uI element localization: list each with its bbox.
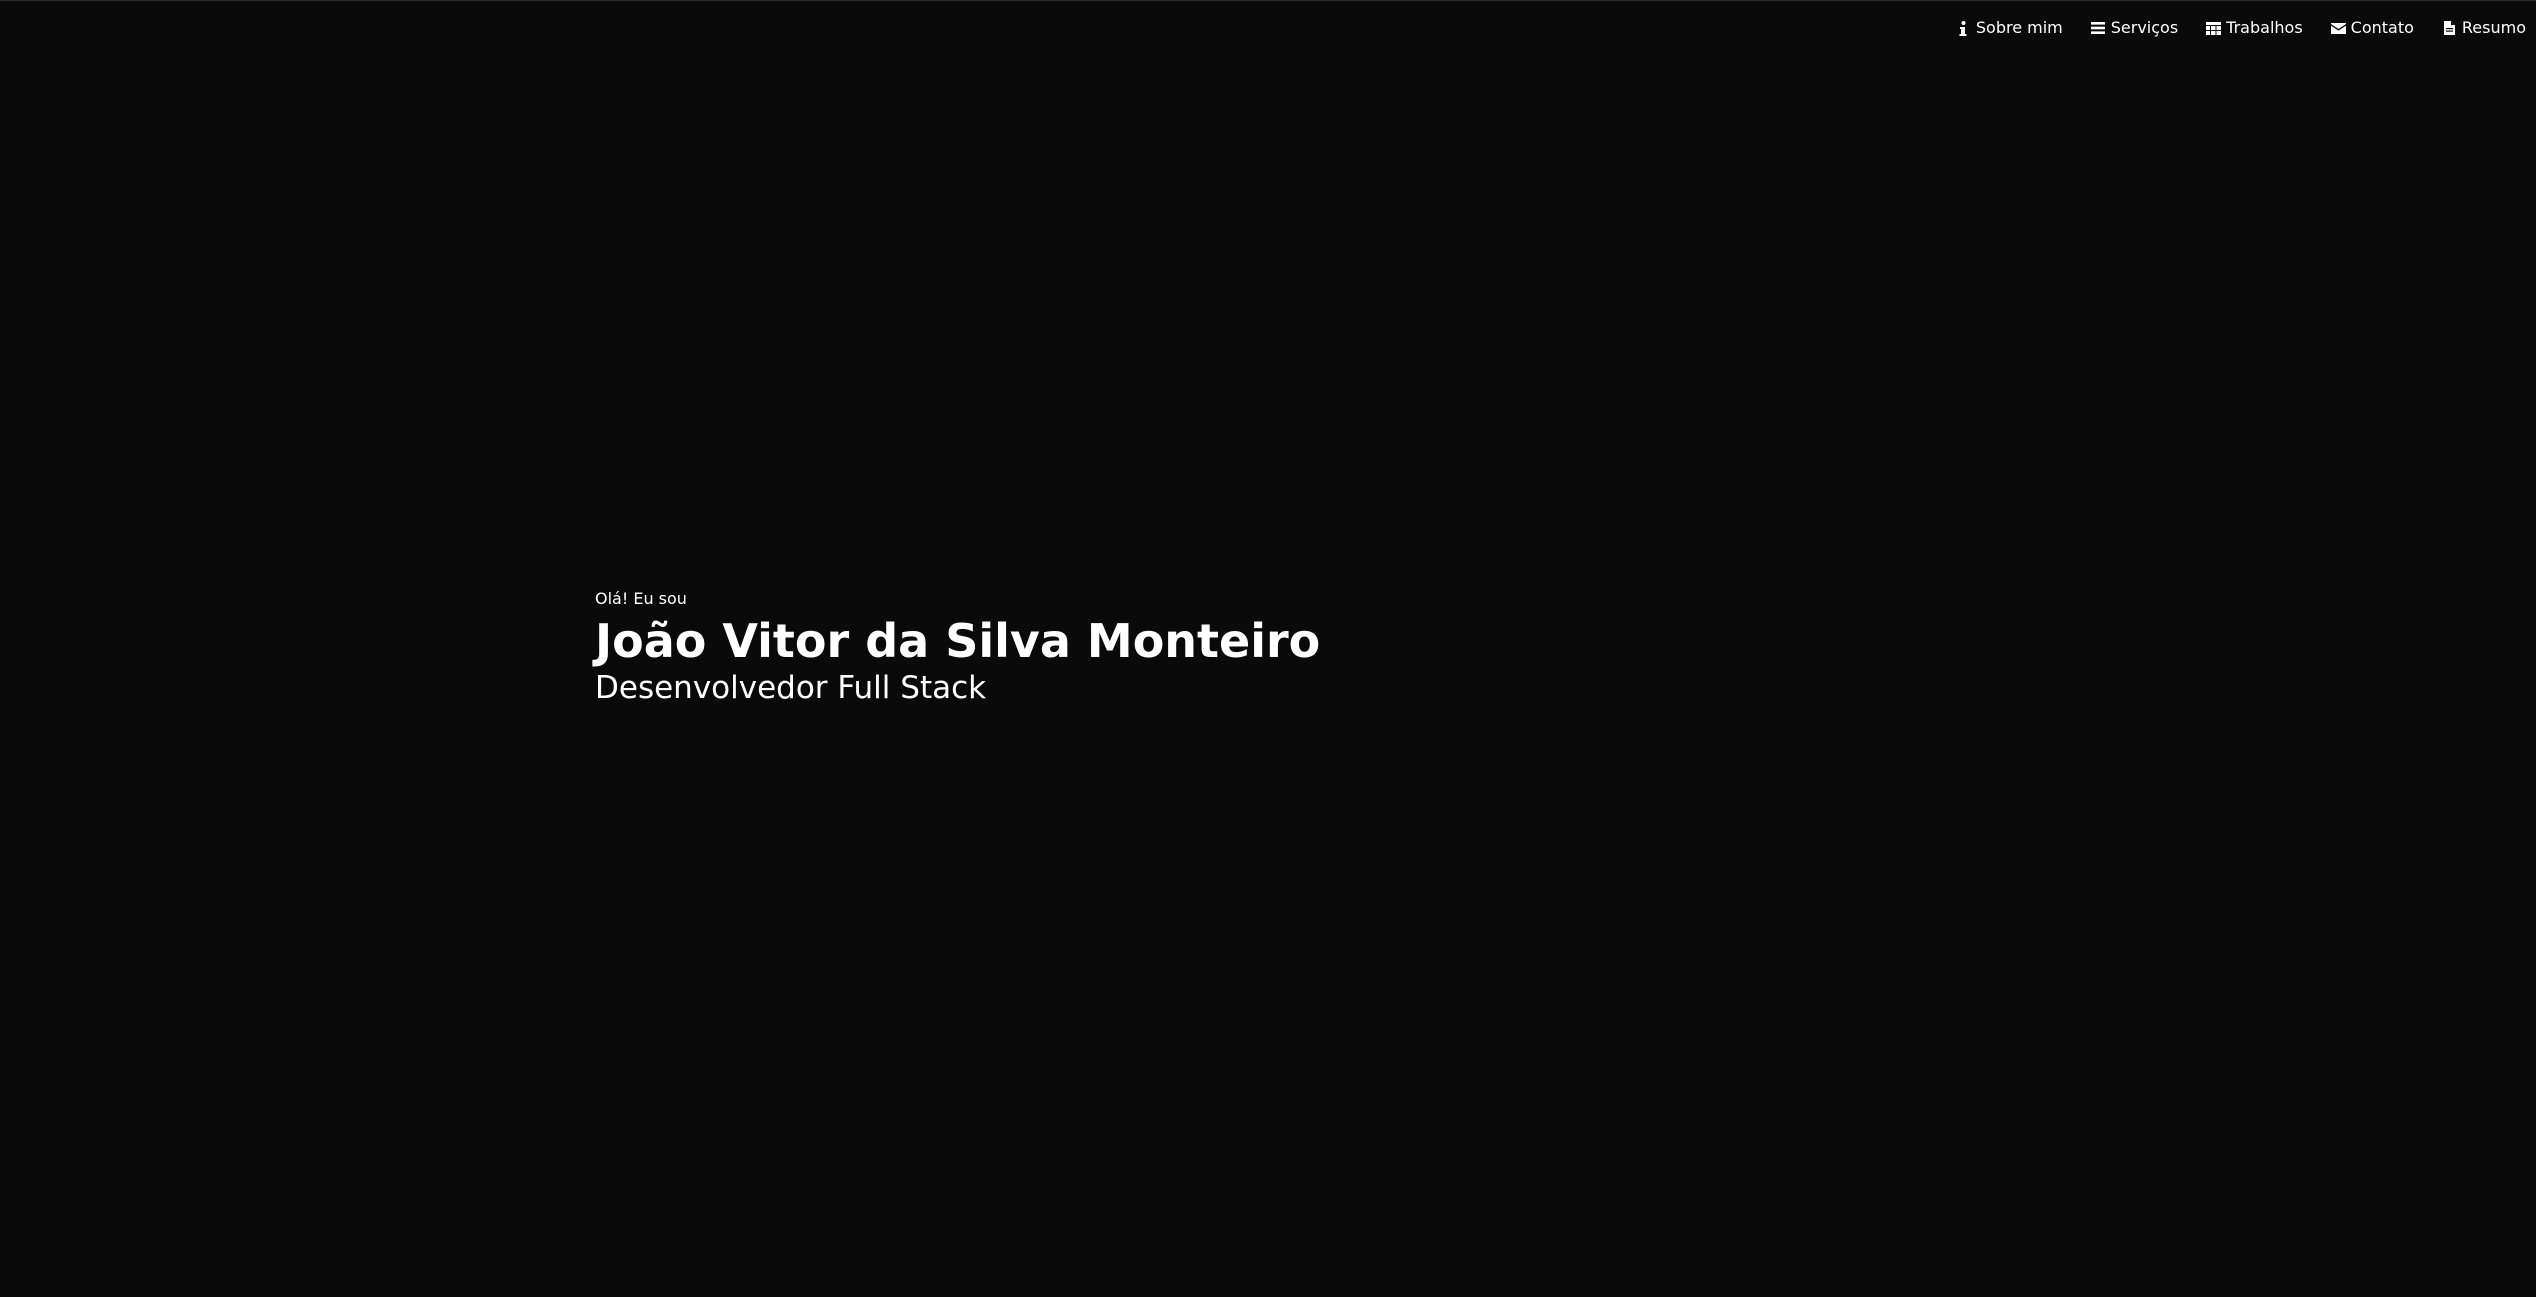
envelope-icon <box>2330 21 2346 36</box>
nav-item-servicos[interactable]: Serviços <box>2091 18 2178 38</box>
table-icon <box>2206 21 2222 36</box>
nav-item-label: Sobre mim <box>1975 18 2063 37</box>
hero-greeting: Olá! Eu sou <box>595 589 687 608</box>
nav-item-label: Contato <box>2350 18 2414 37</box>
nav-item-label: Resumo <box>2461 18 2526 37</box>
info-icon <box>1956 20 1971 36</box>
nav-item-resumo[interactable]: Resumo <box>2442 18 2526 38</box>
nav-item-label: Serviços <box>2110 18 2179 37</box>
hero-role: Desenvolvedor Full Stack <box>595 670 987 706</box>
nav-item-sobre-mim[interactable]: Sobre mim <box>1956 18 2063 38</box>
nav-item-label: Trabalhos <box>2226 18 2303 37</box>
list-icon <box>2091 21 2106 36</box>
nav-item-contato[interactable]: Contato <box>2330 18 2414 38</box>
page: { "nav": { "items": [ {"label": "Sobre m… <box>0 0 2536 1297</box>
nav-item-trabalhos[interactable]: Trabalhos <box>2206 18 2303 38</box>
top-nav: Sobre mim Serviços Trabalhos Contato Res… <box>1956 18 2526 38</box>
file-icon <box>2442 21 2457 36</box>
hero-name: João Vitor da Silva Monteiro <box>595 614 1321 668</box>
hero-section: Olá! Eu sou João Vitor da Silva Monteiro… <box>595 589 1320 707</box>
